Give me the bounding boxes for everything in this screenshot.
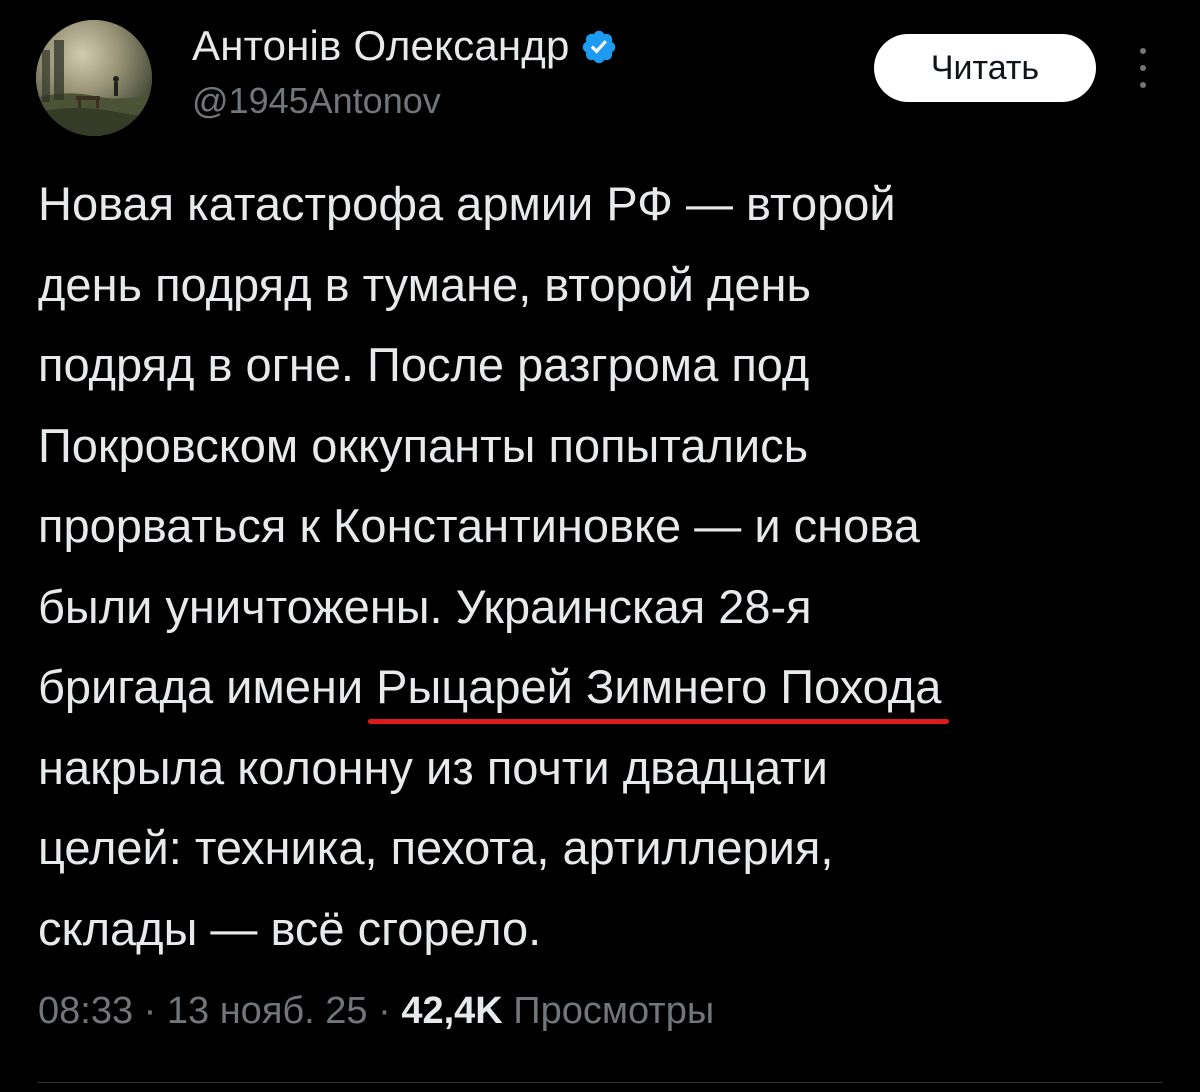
verified-badge-icon[interactable] — [580, 28, 618, 66]
meta-separator: · — [133, 990, 167, 1032]
avatar-image — [36, 20, 152, 136]
post-line: прорваться к Константиновке — и снова — [38, 499, 920, 552]
more-vertical-icon[interactable] — [1128, 44, 1158, 92]
post-text: Новая катастрофа армии РФ — второй день … — [38, 164, 1178, 969]
post-line: склады — всё сгорело. — [38, 901, 542, 955]
post-line: целей: техника, пехота, артиллерия, — [38, 821, 834, 874]
post-line: были уничтожены. Украинская 28-я — [38, 579, 812, 633]
post-line: день подряд в тумане, второй день — [38, 257, 811, 311]
views-label: Просмотры — [513, 990, 715, 1032]
post-meta: 08:33 · 13 нояб. 25 · 42,4K Просмотры — [38, 990, 714, 1033]
divider — [38, 1082, 1162, 1083]
post-line: подряд в огне. После разгрома под — [38, 338, 810, 391]
more-dot — [1140, 65, 1146, 71]
avatar[interactable] — [36, 20, 152, 136]
meta-separator: · — [367, 990, 402, 1032]
author-handle[interactable]: @1945Antonov — [192, 80, 441, 122]
post-line-prefix: бригада имени — [38, 660, 377, 713]
post-line: Покровском оккупанты попытались — [38, 418, 809, 472]
post-line: накрыла колонну из почти двадцати — [38, 740, 828, 794]
views-space — [503, 990, 514, 1032]
post-line: бригада имени Рыцарей Зимнего Похода — [38, 647, 1178, 728]
more-dot — [1140, 48, 1146, 54]
follow-button[interactable]: Читать — [874, 34, 1096, 102]
post-time[interactable]: 08:33 — [38, 990, 133, 1032]
tweet: Антонів Олександр @1945Antonov Читать Но… — [0, 0, 1200, 1092]
author-name[interactable]: Антонів Олександр — [192, 22, 570, 70]
views-count: 42,4K — [401, 990, 503, 1032]
post-date[interactable]: 13 нояб. 25 — [167, 990, 368, 1032]
post-line: Новая катастрофа армии РФ — второй — [38, 177, 896, 230]
more-dot — [1140, 82, 1146, 88]
highlighted-phrase: Рыцарей Зимнего Похода — [368, 647, 950, 728]
author-name-row[interactable]: Антонів Олександр — [192, 22, 618, 70]
